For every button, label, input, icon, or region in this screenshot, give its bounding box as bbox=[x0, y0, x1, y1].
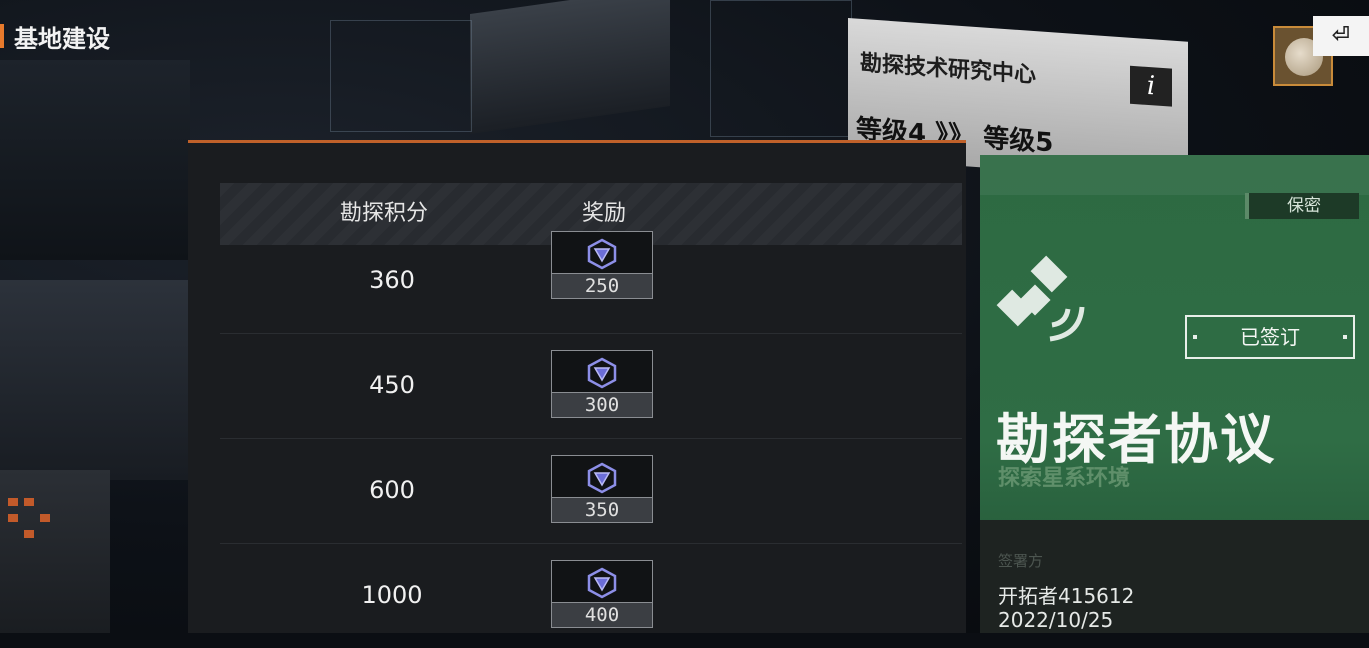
bg-structure bbox=[0, 60, 190, 260]
info-icon[interactable]: i bbox=[1130, 65, 1172, 107]
reward-quantity: 300 bbox=[552, 392, 652, 417]
rewards-panel: 勘探积分 奖励 360 250 450 300 600 350 1000 400 bbox=[188, 140, 966, 633]
reward-item[interactable]: 250 bbox=[551, 231, 653, 299]
score-value: 1000 bbox=[361, 581, 423, 609]
page-title: 基地建设 bbox=[0, 18, 110, 54]
table-row: 600 350 bbox=[220, 439, 962, 544]
page-title-text: 基地建设 bbox=[14, 24, 110, 53]
reward-quantity: 400 bbox=[552, 602, 652, 627]
table-row: 450 300 bbox=[220, 334, 962, 439]
reward-quantity: 250 bbox=[552, 273, 652, 298]
v-gem-icon bbox=[587, 462, 617, 494]
bg-grid bbox=[710, 0, 852, 137]
secret-tag: 保密 bbox=[1245, 193, 1359, 219]
score-value: 600 bbox=[369, 476, 415, 504]
reward-item[interactable]: 350 bbox=[551, 455, 653, 523]
sign-date: 2022/10/25 bbox=[998, 608, 1114, 632]
table-row: 360 250 bbox=[220, 231, 962, 334]
score-value: 450 bbox=[369, 371, 415, 399]
bg-window bbox=[24, 498, 34, 506]
signer-name: 开拓者415612 bbox=[998, 584, 1135, 608]
bg-grid bbox=[330, 20, 472, 132]
bg-window bbox=[24, 530, 34, 538]
rewards-table: 勘探积分 奖励 360 250 450 300 600 350 1000 400 bbox=[220, 183, 962, 648]
signer-label: 签署方 bbox=[998, 552, 1044, 570]
bg-window bbox=[40, 514, 50, 522]
score-value: 360 bbox=[369, 266, 415, 294]
agreement-card[interactable]: 保密 已签订 勘探者协议 探索星系环境 签署方 开拓者415612 2022/1… bbox=[980, 155, 1369, 633]
reward-quantity: 350 bbox=[552, 497, 652, 522]
title-accent-bar bbox=[0, 24, 4, 48]
bg-window bbox=[8, 498, 18, 506]
card-header-stripe bbox=[980, 155, 1369, 195]
bg-structure bbox=[0, 470, 110, 633]
exit-button[interactable]: ⏎ bbox=[1313, 16, 1369, 56]
satellite-icon bbox=[996, 255, 1085, 342]
v-gem-icon bbox=[587, 357, 617, 389]
reward-item[interactable]: 400 bbox=[551, 560, 653, 628]
signed-button[interactable]: 已签订 bbox=[1185, 315, 1355, 359]
bg-window bbox=[8, 514, 18, 522]
v-gem-icon bbox=[587, 238, 617, 270]
table-row: 1000 400 bbox=[220, 544, 962, 648]
v-gem-icon bbox=[587, 567, 617, 599]
reward-item[interactable]: 300 bbox=[551, 350, 653, 418]
bg-structure bbox=[470, 0, 670, 135]
card-subtitle: 探索星系环境 bbox=[998, 466, 1131, 491]
facility-name: 勘探技术研究中心 bbox=[860, 50, 1037, 89]
bg-structure bbox=[0, 280, 190, 480]
